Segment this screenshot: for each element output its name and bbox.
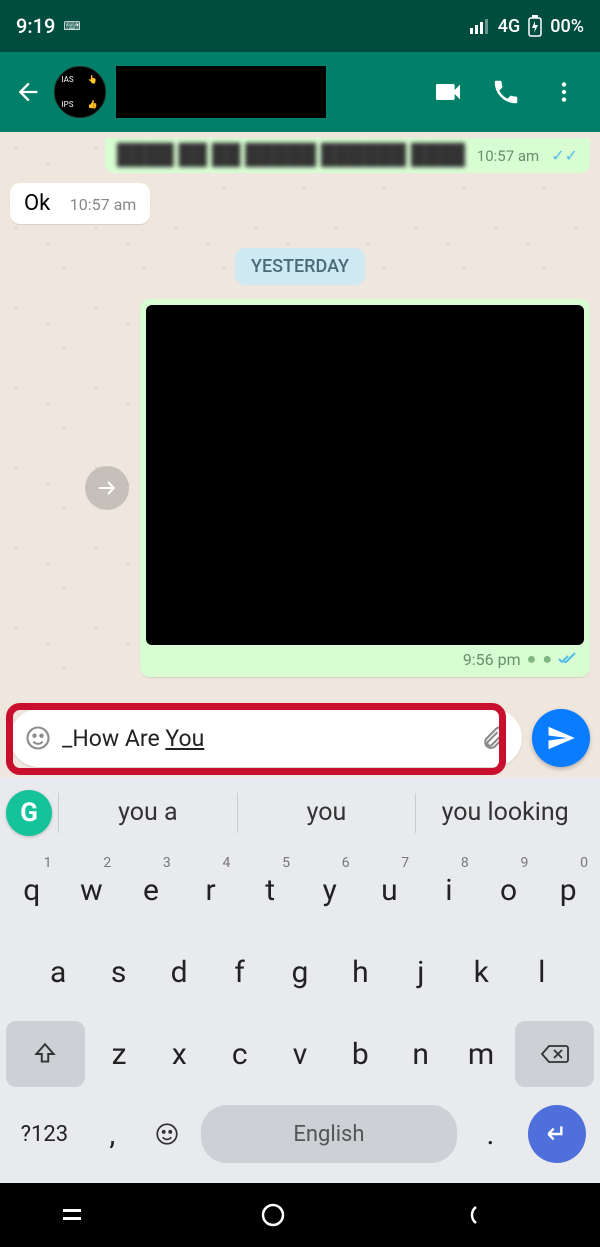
- key-c[interactable]: c: [212, 1017, 268, 1091]
- suggestion[interactable]: you a: [58, 793, 237, 833]
- clock: 9:19: [16, 14, 55, 38]
- message-time: 10:57 am: [70, 195, 137, 214]
- shift-key[interactable]: [6, 1021, 85, 1087]
- key-g[interactable]: g: [272, 935, 328, 1009]
- android-nav-bar: [0, 1183, 600, 1247]
- network-label: 4G: [498, 16, 521, 37]
- key-y[interactable]: 6y: [302, 853, 358, 927]
- date-separator: YESTERDAY: [235, 248, 365, 285]
- key-q[interactable]: 1q: [4, 853, 60, 927]
- suggestion[interactable]: you looking: [415, 793, 594, 833]
- key-t[interactable]: 5t: [242, 853, 298, 927]
- suggestion[interactable]: you: [237, 793, 416, 833]
- read-ticks-icon: [558, 652, 576, 666]
- space-key[interactable]: English: [201, 1105, 457, 1163]
- message-input-row: _How Are You: [0, 701, 600, 777]
- key-k[interactable]: k: [453, 935, 509, 1009]
- key-s[interactable]: s: [90, 935, 146, 1009]
- sent-dot-icon: ●: [527, 649, 537, 669]
- key-w[interactable]: 2w: [64, 853, 120, 927]
- chat-app-bar: IAS👆IPS👍: [0, 52, 600, 132]
- comma-key[interactable]: ,: [87, 1105, 138, 1163]
- voice-call-button[interactable]: [482, 68, 530, 116]
- symbols-key[interactable]: ?123: [6, 1105, 83, 1163]
- incoming-message[interactable]: Ok 10:57 am: [10, 183, 150, 224]
- key-h[interactable]: h: [332, 935, 388, 1009]
- grammarly-button[interactable]: G: [6, 790, 52, 836]
- status-bar: 9:19 ⌨ 4G 00%: [0, 0, 600, 52]
- backspace-key[interactable]: [515, 1021, 594, 1087]
- attachment-button[interactable]: [480, 724, 508, 752]
- key-row-2: a s d f g h j k l: [0, 931, 600, 1013]
- media-thumbnail[interactable]: [146, 305, 584, 645]
- outgoing-media-message[interactable]: 9:56 pm ● ●: [140, 299, 590, 677]
- message-time: 10:57 am: [477, 147, 539, 165]
- battery-label: 00%: [550, 16, 584, 37]
- send-button[interactable]: [532, 709, 590, 767]
- key-o[interactable]: 9o: [481, 853, 537, 927]
- key-i[interactable]: 8i: [421, 853, 477, 927]
- message-input-text: _How Are You: [62, 725, 470, 752]
- outgoing-message-partial[interactable]: ████ ██ ██ █████ ██████ ████ 10:57 am ✓✓: [105, 138, 590, 173]
- key-d[interactable]: d: [151, 935, 207, 1009]
- key-b[interactable]: b: [332, 1017, 388, 1091]
- key-l[interactable]: l: [514, 935, 570, 1009]
- key-p[interactable]: 0p: [540, 853, 596, 927]
- home-button[interactable]: [260, 1202, 340, 1228]
- keyboard-indicator-icon: ⌨: [63, 19, 79, 33]
- key-a[interactable]: a: [30, 935, 86, 1009]
- contact-name[interactable]: [116, 66, 326, 118]
- key-row-4: ?123 , English .: [0, 1095, 600, 1183]
- key-u[interactable]: 7u: [362, 853, 418, 927]
- key-r[interactable]: 4r: [183, 853, 239, 927]
- message-text: ████ ██ ██ █████ ██████ ████: [117, 142, 465, 167]
- battery-icon: [528, 15, 542, 37]
- key-n[interactable]: n: [393, 1017, 449, 1091]
- back-nav-button[interactable]: [460, 1203, 540, 1227]
- signal-icon: [470, 18, 490, 34]
- key-row-3: z x c v b n m: [0, 1013, 600, 1095]
- emoji-key[interactable]: [142, 1105, 193, 1163]
- key-f[interactable]: f: [211, 935, 267, 1009]
- key-v[interactable]: v: [272, 1017, 328, 1091]
- emoji-button[interactable]: [24, 724, 52, 752]
- message-time: 9:56 pm: [463, 650, 521, 669]
- enter-key[interactable]: [528, 1105, 586, 1163]
- back-button[interactable]: [12, 76, 44, 108]
- period-key[interactable]: .: [465, 1105, 516, 1163]
- suggestion-row: G you a you you looking: [0, 777, 600, 849]
- contact-avatar[interactable]: IAS👆IPS👍: [54, 66, 106, 118]
- video-call-button[interactable]: [424, 68, 472, 116]
- recents-button[interactable]: [60, 1205, 140, 1225]
- keyboard: G you a you you looking 1q 2w 3e 4r 5t 6…: [0, 777, 600, 1183]
- key-row-1: 1q 2w 3e 4r 5t 6y 7u 8i 9o 0p: [0, 849, 600, 931]
- message-input[interactable]: _How Are You: [10, 709, 522, 767]
- message-text: Ok: [24, 191, 50, 216]
- read-ticks-icon: ✓✓: [551, 146, 578, 165]
- key-x[interactable]: x: [151, 1017, 207, 1091]
- chat-area[interactable]: ████ ██ ██ █████ ██████ ████ 10:57 am ✓✓…: [0, 132, 600, 701]
- sent-dot-icon: ●: [542, 649, 552, 669]
- key-j[interactable]: j: [393, 935, 449, 1009]
- more-menu-button[interactable]: [540, 68, 588, 116]
- key-m[interactable]: m: [453, 1017, 509, 1091]
- key-e[interactable]: 3e: [123, 853, 179, 927]
- key-z[interactable]: z: [91, 1017, 147, 1091]
- forward-button[interactable]: [85, 466, 129, 510]
